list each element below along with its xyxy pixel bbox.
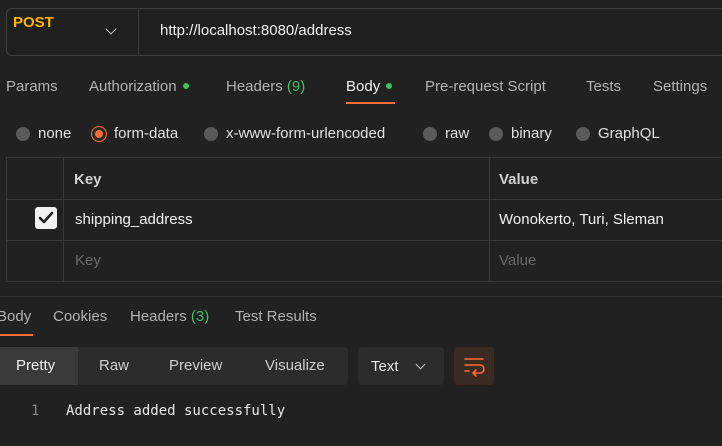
response-tab-headers[interactable]: Headers (3): [130, 308, 209, 325]
status-dot: [386, 83, 393, 90]
tab-body[interactable]: Body: [346, 78, 393, 95]
radio-icon: [576, 126, 590, 141]
new-value-input[interactable]: Value: [499, 252, 536, 269]
radio-icon: [16, 126, 30, 141]
url-input[interactable]: http://localhost:8080/address: [160, 22, 352, 39]
headers-count: (9): [286, 78, 306, 95]
line-number: 1: [31, 403, 40, 419]
table-cell-value[interactable]: Wonokerto, Turi, Sleman: [499, 211, 664, 228]
table-divider: [489, 157, 490, 282]
radio-graphql[interactable]: GraphQL: [576, 125, 660, 142]
row-enabled-checkbox[interactable]: [35, 207, 57, 229]
radio-selected-icon: [92, 126, 106, 141]
checkmark-icon: [38, 211, 54, 224]
radio-form-data[interactable]: form-data: [92, 125, 178, 142]
response-body-text: Address added successfully: [66, 403, 286, 419]
radio-raw[interactable]: raw: [423, 125, 469, 142]
wrap-lines-button[interactable]: [454, 347, 494, 385]
tab-headers[interactable]: Headers (9): [226, 78, 305, 95]
response-tab-test-results[interactable]: Test Results: [235, 308, 317, 325]
format-select-label: Text: [371, 358, 399, 375]
method-label: POST: [13, 14, 54, 31]
response-tab-cookies[interactable]: Cookies: [53, 308, 107, 325]
radio-x-www-form-urlencoded[interactable]: x-www-form-urlencoded: [204, 125, 385, 142]
table-divider: [6, 240, 722, 241]
headers-count: (3): [190, 308, 210, 325]
radio-icon: [204, 126, 218, 141]
status-dot: [182, 83, 189, 90]
tab-authorization[interactable]: Authorization: [89, 78, 189, 95]
panel-divider: [0, 296, 722, 297]
radio-none[interactable]: none: [16, 125, 71, 142]
radio-icon: [423, 126, 437, 141]
active-tab-indicator: [0, 334, 33, 336]
tab-tests[interactable]: Tests: [586, 78, 621, 95]
active-tab-indicator: [346, 102, 395, 104]
table-divider: [6, 199, 722, 200]
radio-binary[interactable]: binary: [489, 125, 552, 142]
view-visualize-button[interactable]: Visualize: [265, 357, 325, 374]
tab-settings[interactable]: Settings: [653, 78, 707, 95]
tab-params[interactable]: Params: [6, 78, 58, 95]
column-header-value: Value: [499, 171, 539, 188]
table-divider: [63, 157, 64, 282]
view-pretty-button[interactable]: Pretty: [16, 357, 55, 374]
response-tab-body[interactable]: Body: [0, 308, 31, 325]
table-cell-key[interactable]: shipping_address: [75, 211, 193, 228]
tab-pre-request-script[interactable]: Pre-request Script: [425, 78, 546, 95]
view-preview-button[interactable]: Preview: [169, 357, 222, 374]
new-key-input[interactable]: Key: [75, 252, 101, 269]
radio-icon: [489, 126, 503, 141]
column-header-key: Key: [74, 171, 102, 188]
wrap-lines-icon: [464, 358, 485, 377]
view-raw-button[interactable]: Raw: [99, 357, 129, 374]
